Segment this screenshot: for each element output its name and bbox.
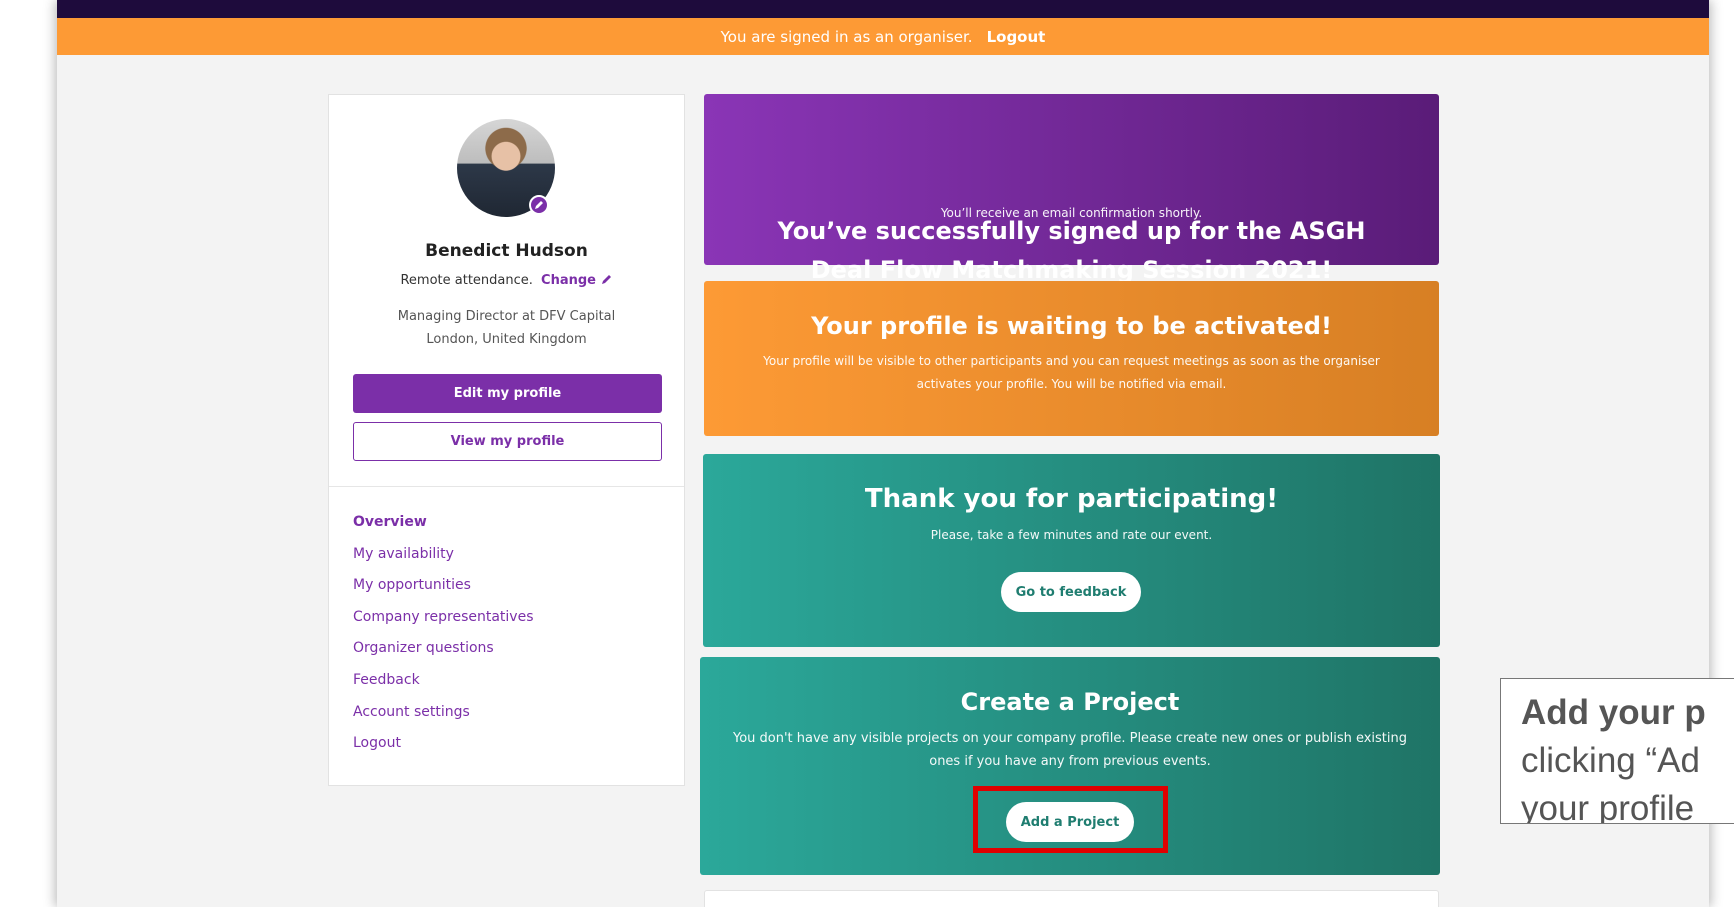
role-title: Managing Director at DFV Capital (397, 309, 616, 324)
attendance-line: Remote attendance. Change (329, 273, 684, 288)
nav-item-logout[interactable]: Logout (353, 735, 533, 767)
signup-success-panel: You’ve successfully signed up for the AS… (704, 94, 1439, 284)
activation-subtitle: Your profile will be visible to other pa… (763, 354, 1380, 391)
nav-item-organizer-questions[interactable]: Organizer questions (353, 640, 533, 672)
role-location: London, United Kingdom (426, 332, 587, 347)
go-to-feedback-button[interactable]: Go to feedback (1001, 572, 1141, 612)
create-project-title: Create a Project (960, 688, 1180, 716)
nav-item-feedback[interactable]: Feedback (353, 672, 533, 704)
change-label[interactable]: Change (541, 273, 596, 288)
add-project-button[interactable]: Add a Project (1006, 802, 1134, 842)
view-profile-button[interactable]: View my profile (353, 422, 662, 461)
nav-item-availability[interactable]: My availability (353, 546, 533, 578)
edit-profile-button[interactable]: Edit my profile (353, 374, 662, 413)
nav-item-overview[interactable]: Overview (353, 514, 533, 546)
tutorial-callout: Add your p clicking “Ad your profile (1500, 678, 1734, 824)
callout-line1: Add your p (1521, 693, 1706, 732)
nav-item-opportunities[interactable]: My opportunities (353, 577, 533, 609)
create-project-panel: Create a Project You don't have any visi… (700, 657, 1440, 875)
feedback-panel: Thank you for participating! Please, tak… (703, 454, 1440, 647)
next-panel (704, 890, 1439, 907)
change-attendance-link[interactable]: Change (541, 273, 612, 288)
profile-name: Benedict Hudson (425, 241, 588, 261)
nav-item-company-representatives[interactable]: Company representatives (353, 609, 533, 641)
banner-logout-link[interactable]: Logout (987, 28, 1046, 46)
signed-in-text: You are signed in as an organiser. (720, 27, 973, 46)
attendance-text: Remote attendance. (400, 273, 533, 288)
callout-line3: your profile (1521, 789, 1695, 824)
profile-card: Benedict Hudson Remote attendance. Chang… (328, 94, 685, 786)
activation-panel: Your profile is waiting to be activated!… (704, 281, 1439, 436)
sidebar-nav: Overview My availability My opportunitie… (353, 514, 533, 767)
pencil-icon[interactable] (601, 273, 613, 285)
feedback-subtitle: Please, take a few minutes and rate our … (930, 528, 1213, 542)
signed-in-banner: You are signed in as an organiser. Logou… (57, 18, 1709, 55)
signup-subtitle: You’ll receive an email confirmation sho… (940, 206, 1203, 220)
feedback-title: Thank you for participating! (864, 484, 1279, 514)
divider (329, 486, 684, 487)
create-project-subtitle: You don't have any visible projects on y… (732, 731, 1408, 769)
top-bar (57, 0, 1709, 18)
callout-line2: clicking “Ad (1521, 741, 1700, 780)
profile-role: Managing Director at DFV Capital London,… (329, 305, 684, 351)
edit-avatar-icon[interactable] (529, 195, 549, 215)
activation-title: Your profile is waiting to be activated! (811, 312, 1332, 340)
nav-item-account-settings[interactable]: Account settings (353, 704, 533, 736)
